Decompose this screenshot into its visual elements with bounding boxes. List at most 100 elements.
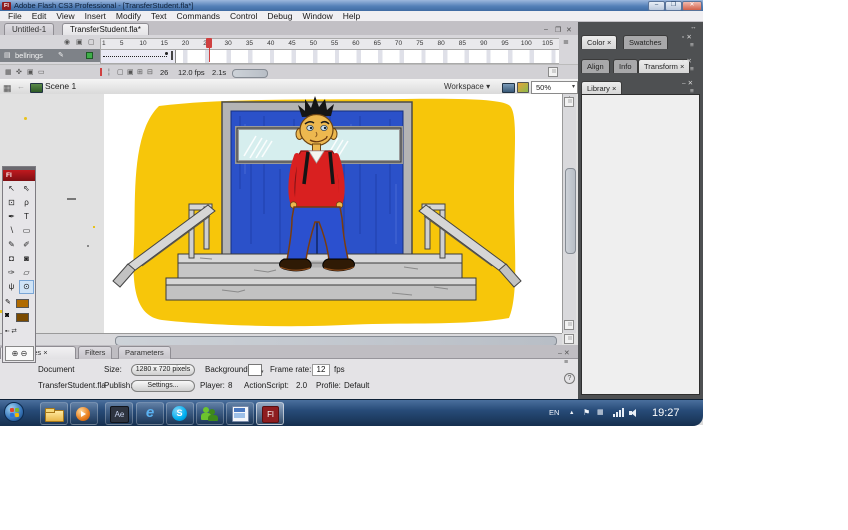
eyedropper-tool[interactable]: ✑ xyxy=(4,266,19,280)
eraser-tool[interactable]: ▱ xyxy=(19,266,34,280)
align-panel-menu-icon[interactable]: ≡ xyxy=(690,66,696,73)
default-colors-icon[interactable]: ▪▫ xyxy=(5,328,10,335)
menu-item[interactable]: Modify xyxy=(111,11,146,22)
edit-scene-icon[interactable] xyxy=(502,83,515,93)
rectangle-tool[interactable]: ▭ xyxy=(19,224,34,238)
photo-viewer-taskbar-button[interactable] xyxy=(226,402,254,425)
language-indicator[interactable]: EN xyxy=(549,400,559,426)
subselection-tool[interactable]: ⇖ xyxy=(19,182,34,196)
frame-rate-input[interactable]: 12 xyxy=(312,364,330,376)
tab-library[interactable]: Library × xyxy=(581,81,622,95)
onion-skin-outlines-button[interactable]: ▣ xyxy=(127,65,134,80)
tween-frame-span[interactable] xyxy=(101,50,176,63)
dock-collapse-icon[interactable]: ↔ xyxy=(690,24,699,31)
paint-bucket-tool[interactable]: ◙ xyxy=(19,252,34,266)
modify-onion-markers-button[interactable]: ⊟ xyxy=(147,65,153,80)
maximize-button[interactable]: ❐ xyxy=(665,1,682,11)
stage-vertical-scrollbar[interactable]: ▲ ▼ xyxy=(562,94,576,333)
hand-tool[interactable]: ψ xyxy=(4,280,19,294)
color-panel-menu-icon[interactable]: ≡ xyxy=(690,42,696,49)
document-size-button[interactable]: 1280 x 720 pixels xyxy=(131,364,195,376)
back-arrow-icon[interactable]: ← xyxy=(17,79,25,94)
publish-settings-button[interactable]: Settings... xyxy=(131,380,195,392)
tab-filters[interactable]: Filters xyxy=(78,346,112,359)
action-center-flag-icon[interactable]: ⚑ xyxy=(583,400,590,426)
add-motion-guide-button[interactable]: ✜ xyxy=(16,65,22,80)
zoom-tool[interactable]: ⊙ xyxy=(19,280,34,294)
doc-close-icon[interactable]: ✕ xyxy=(566,26,575,34)
library-panel-window-icons[interactable]: –✕ xyxy=(682,79,695,87)
delete-layer-button[interactable]: ▭ xyxy=(38,65,45,80)
pencil-tool[interactable]: ✎ xyxy=(4,238,19,252)
stroke-color-swatch[interactable] xyxy=(16,299,29,308)
lock-layers-icon[interactable]: ▣ xyxy=(76,38,83,46)
background-color-swatch[interactable] xyxy=(248,364,262,376)
color-panel-window-icons[interactable]: ▫✕ xyxy=(682,33,694,41)
tab-swatches[interactable]: Swatches xyxy=(623,35,668,49)
center-frame-button[interactable]: ¦ xyxy=(108,65,110,80)
menu-item[interactable]: View xyxy=(51,11,79,22)
internet-explorer-taskbar-button[interactable]: e xyxy=(136,402,164,425)
menu-item[interactable]: Edit xyxy=(27,11,52,22)
menu-item[interactable]: Insert xyxy=(80,11,111,22)
minimize-button[interactable]: – xyxy=(648,1,665,11)
insert-layer-button[interactable]: ▦ xyxy=(5,65,12,80)
menu-item[interactable]: Text xyxy=(146,11,172,22)
playhead-marker[interactable] xyxy=(206,38,212,48)
properties-close-icon[interactable]: ✕ xyxy=(564,350,572,357)
layer-row[interactable]: ▤ bellrings ✎ xyxy=(0,49,100,62)
show-hide-layers-icon[interactable]: ◉ xyxy=(64,38,70,46)
tab-align[interactable]: Align xyxy=(581,59,610,73)
pen-tool[interactable]: ✒ xyxy=(4,210,19,224)
stage-horizontal-scrollbar[interactable]: ◀ xyxy=(0,333,562,345)
tab-parameters[interactable]: Parameters xyxy=(118,346,171,359)
layer-name[interactable]: bellrings xyxy=(15,49,43,62)
timeline-scrollbar-thumb[interactable] xyxy=(232,69,268,78)
lasso-tool[interactable]: ρ xyxy=(19,196,34,210)
menu-item[interactable]: Commands xyxy=(172,11,225,22)
stage-canvas[interactable] xyxy=(104,94,562,333)
close-button[interactable]: ✕ xyxy=(682,1,702,11)
menu-item[interactable]: File xyxy=(3,11,27,22)
fill-color-swatch[interactable] xyxy=(16,313,29,322)
menu-item[interactable]: Help xyxy=(338,11,365,22)
workspace-button[interactable]: Workspace ▾ xyxy=(444,80,490,93)
tools-panel-header[interactable]: Fl xyxy=(3,170,35,181)
frame-view-menu-icon[interactable]: ≣ xyxy=(563,38,569,46)
color-close-icon[interactable]: ✕ xyxy=(686,34,693,41)
scene-name[interactable]: Scene 1 xyxy=(45,79,76,94)
line-tool[interactable]: ∖ xyxy=(4,224,19,238)
zoom-level-select[interactable]: 50% ▾ xyxy=(531,81,578,94)
media-player-taskbar-button[interactable] xyxy=(70,402,98,425)
tab-color[interactable]: Color × xyxy=(581,35,617,49)
layer-outline-icon[interactable]: ▢ xyxy=(88,38,95,46)
edit-symbols-icon[interactable] xyxy=(517,82,529,93)
layer-frames[interactable] xyxy=(100,49,559,64)
align-close-icon[interactable]: ✕ xyxy=(686,58,693,65)
onion-skin-button[interactable]: ▢ xyxy=(117,65,124,80)
tray-show-hidden-icon[interactable]: ▲ xyxy=(569,400,574,426)
tray-app-icon[interactable]: ▦ xyxy=(597,400,604,426)
library-close-icon[interactable]: ✕ xyxy=(688,80,695,87)
insert-layer-folder-button[interactable]: ▣ xyxy=(27,65,34,80)
doc-restore-icon[interactable]: ❐ xyxy=(555,26,564,34)
skype-taskbar-button[interactable]: S xyxy=(166,402,194,425)
menu-item[interactable]: Debug xyxy=(262,11,297,22)
explorer-taskbar-button[interactable] xyxy=(40,402,68,425)
frame-rate-readout[interactable]: 12.0 fps xyxy=(178,65,205,80)
network-icon[interactable] xyxy=(613,400,625,426)
menu-item[interactable]: Window xyxy=(297,11,337,22)
edit-multiple-frames-button[interactable]: ⊞ xyxy=(137,65,143,80)
swap-colors-icon[interactable]: ⇄ xyxy=(11,328,16,335)
menu-item[interactable]: Control xyxy=(225,11,262,22)
align-panel-window-icons[interactable]: ▫✕ xyxy=(682,57,694,65)
properties-window-icons[interactable]: –✕ xyxy=(558,349,572,357)
horizontal-scroll-thumb[interactable] xyxy=(115,336,557,346)
selection-tool[interactable]: ↖ xyxy=(4,182,19,196)
flash-taskbar-button[interactable]: Fl xyxy=(256,402,284,425)
after-effects-taskbar-button[interactable]: Ae xyxy=(105,402,133,425)
free-transform-tool[interactable]: ⊡ xyxy=(4,196,19,210)
tab-info[interactable]: Info xyxy=(613,59,638,73)
ink-bottle-tool[interactable]: ◘ xyxy=(4,252,19,266)
vertical-scroll-thumb[interactable] xyxy=(565,168,576,254)
